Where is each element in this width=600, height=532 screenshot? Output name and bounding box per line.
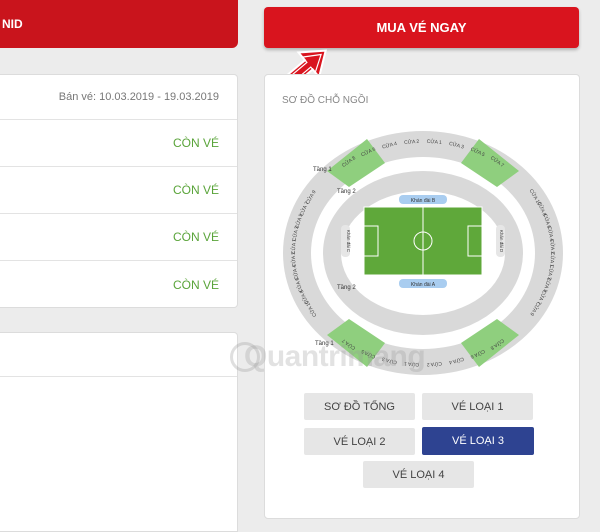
tier2-label-bottom: Tầng 2	[337, 285, 356, 291]
tab-overview[interactable]: SƠ ĐỒ TỔNG	[304, 393, 415, 420]
tab-ticket-type-3[interactable]: VÉ LOẠI 3	[422, 427, 534, 455]
gate-label: CỬA 1	[426, 138, 442, 146]
ticket-row[interactable]: CÒN VÉ	[0, 214, 237, 261]
stand-b-label: Khán đài B	[411, 198, 436, 204]
watermark: Quantrimang	[244, 340, 426, 373]
secondary-card-header	[0, 333, 237, 377]
ticket-list-card: Bán vé: 10.03.2019 - 19.03.2019 CÒN VÉ C…	[0, 74, 238, 308]
seat-map-card: SƠ ĐỒ CHỖ NGỒI Khán đài B Khán đài A Khá…	[264, 74, 580, 519]
tab-ticket-type-2[interactable]: VÉ LOẠI 2	[304, 428, 415, 455]
tab-ticket-type-4[interactable]: VÉ LOẠI 4	[363, 461, 474, 488]
sale-period: Bán vé: 10.03.2019 - 19.03.2019	[0, 75, 237, 120]
event-header: NID	[0, 0, 238, 48]
stand-c-label: Khán đài C	[346, 230, 351, 253]
tier2-label-top: Tầng 2	[337, 189, 356, 195]
ticket-row[interactable]: CÒN VÉ	[0, 261, 237, 308]
availability-status: CÒN VÉ	[172, 277, 219, 292]
availability-status: CÒN VÉ	[172, 230, 219, 244]
ticket-row[interactable]: CÒN VÉ	[0, 167, 237, 214]
seat-map-title: SƠ ĐỒ CHỖ NGỒI	[282, 95, 369, 106]
secondary-card	[0, 332, 238, 532]
availability-status: CÒN VÉ	[172, 183, 219, 197]
stand-d-label: Khán đài D	[499, 230, 504, 253]
stand-a-label: Khán đài A	[411, 282, 436, 288]
ticket-row[interactable]: CÒN VÉ	[0, 120, 237, 167]
event-header-text: NID	[2, 17, 23, 31]
availability-status: CÒN VÉ	[172, 136, 219, 150]
tab-ticket-type-1[interactable]: VÉ LOẠI 1	[422, 393, 533, 420]
gate-label: CỬA 2	[426, 360, 442, 368]
gate-label: CỬA 2	[404, 138, 420, 146]
tier1-label-top: Tầng 1	[313, 167, 332, 173]
